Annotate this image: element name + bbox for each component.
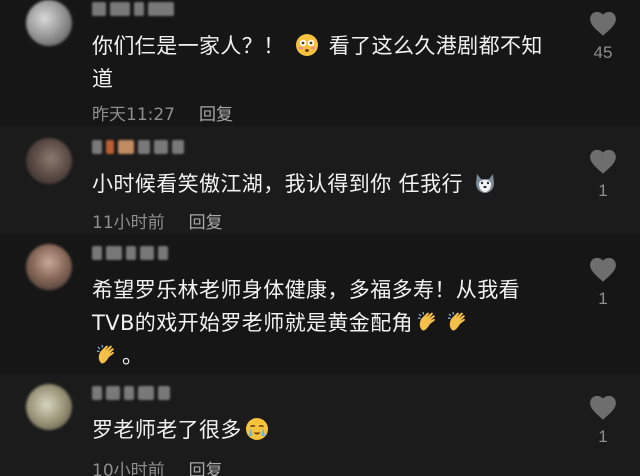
avatar[interactable]: [26, 138, 72, 184]
clapping-hands-emoji: [447, 311, 465, 331]
like-button[interactable]: 1: [586, 394, 620, 447]
heart-icon: [590, 257, 616, 282]
comment-text-part: 。: [122, 344, 144, 368]
comment-item: 小时候看笑傲江湖，我认得到你 任我行 11小时前 回复 1: [0, 126, 640, 234]
avatar[interactable]: [26, 0, 72, 46]
clapping-hands-emoji: [96, 344, 114, 364]
clapping-hands-emoji: [417, 311, 435, 331]
reply-button[interactable]: 回复: [189, 456, 223, 476]
like-count: 1: [598, 427, 608, 446]
comment-list: 你们仨是一家人？！ 看了这么久港剧都不知道 昨天11:27 回复 45 小时候看…: [0, 0, 640, 476]
avatar[interactable]: [26, 244, 72, 290]
timestamp: 10小时前: [92, 461, 165, 476]
comment-meta: 10小时前 回复: [92, 456, 223, 476]
comment-text: 小时候看笑傲江湖，我认得到你 任我行: [92, 168, 562, 201]
username-blurred[interactable]: [92, 246, 212, 262]
flushed-face-emoji: [295, 34, 318, 56]
avatar[interactable]: [26, 384, 72, 430]
comment-meta: 11小时前 回复: [92, 208, 223, 233]
comment-text-part: 罗老师老了很多: [92, 418, 242, 442]
like-button[interactable]: 1: [586, 256, 620, 309]
like-button[interactable]: 45: [586, 10, 620, 63]
comment-text: 你们仨是一家人？！ 看了这么久港剧都不知道: [92, 30, 562, 96]
username-blurred[interactable]: [92, 386, 212, 402]
comment-item: 希望罗乐林老师身体健康，多福多寿！从我看TVB的戏开始罗老师就是黄金配角 。 1: [0, 234, 640, 374]
comment-text: 罗老师老了很多: [92, 414, 562, 447]
username-blurred[interactable]: [92, 2, 212, 18]
comment-item: 罗老师老了很多 10小时前 回复 1: [0, 374, 640, 476]
heart-icon: [590, 149, 616, 174]
heart-icon: [590, 11, 616, 36]
comment-text: 希望罗乐林老师身体健康，多福多寿！从我看TVB的戏开始罗老师就是黄金配角 。: [92, 274, 562, 373]
husky-dog-emoji: [475, 174, 494, 193]
like-count: 1: [598, 289, 608, 308]
timestamp: 昨天11:27: [92, 105, 175, 125]
crying-face-emoji: [245, 418, 268, 440]
comment-text-part: 小时候看笑傲江湖，我认得到你 任我行: [92, 172, 463, 196]
like-count: 1: [598, 181, 608, 200]
reply-button[interactable]: 回复: [199, 100, 233, 125]
comment-text-part: 你们仨是一家人？！: [92, 34, 285, 58]
timestamp: 11小时前: [92, 213, 165, 233]
comment-meta: 昨天11:27 回复: [92, 100, 233, 125]
like-button[interactable]: 1: [586, 148, 620, 201]
reply-button[interactable]: 回复: [189, 208, 223, 233]
username-blurred[interactable]: [92, 140, 212, 156]
heart-icon: [590, 395, 616, 420]
comment-item: 你们仨是一家人？！ 看了这么久港剧都不知道 昨天11:27 回复 45: [0, 0, 640, 126]
like-count: 45: [593, 43, 613, 62]
